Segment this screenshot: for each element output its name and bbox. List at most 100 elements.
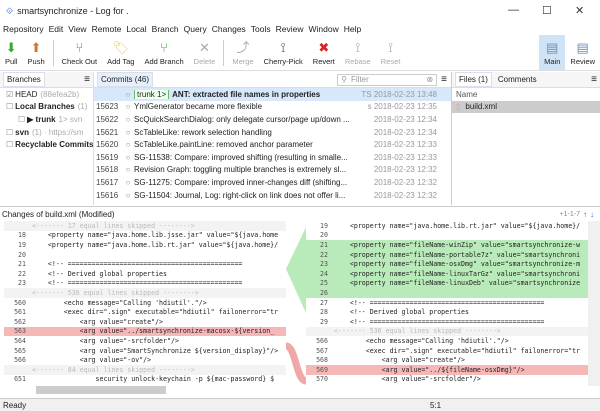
menu-query[interactable]: Query	[184, 24, 207, 34]
tab-branches[interactable]: Branches	[3, 72, 45, 87]
line-text: <property name="fileName-osxDmg" value="…	[334, 260, 581, 269]
previous-change-icon[interactable]: ↑	[583, 210, 587, 219]
menu-remote[interactable]: Remote	[92, 24, 122, 34]
commit-date: TS 2018-02-23 13:48	[361, 89, 437, 99]
pull-button[interactable]: ⬇ Pull	[0, 39, 23, 70]
line-text: <!-- ===================================…	[334, 317, 545, 326]
reset-button[interactable]: ⟟ Reset	[376, 39, 406, 70]
right-diff-view[interactable]: 19 <property name="java.home.lib.rt.jar"…	[306, 221, 588, 386]
commit-row[interactable]: 15622 ○ ScQuickSearchDialog: only delegate…	[94, 113, 451, 126]
app-icon: ⟐	[6, 5, 14, 16]
filter-input[interactable]: ⚲ Filter ⊗	[337, 73, 438, 86]
commit-row[interactable]: 15616 ○ SG-11504: Journal, Log: right-clic…	[94, 189, 451, 202]
checkbox[interactable]: ☐	[18, 115, 25, 124]
checkbox[interactable]: ☑	[6, 90, 13, 99]
tab-commits[interactable]: Commits (46)	[97, 72, 154, 87]
commit-row[interactable]: 15619 ○ SG-11538: Compare: improved shifti…	[94, 151, 451, 164]
add-branch-label: Add Branch	[144, 57, 184, 66]
menu-icon[interactable]: ≡	[437, 74, 451, 85]
cherry-pick-button[interactable]: ⟟ Cherry-Pick	[259, 39, 308, 70]
menu-view[interactable]: View	[68, 24, 86, 34]
line-number: 23	[18, 279, 26, 288]
branch-item[interactable]: ☐ Recyclable Commits	[0, 138, 93, 151]
commit-row[interactable]: 15617 ○ SG-11275: Compare: improved inner-…	[94, 176, 451, 189]
line-text: <!-- ===================================…	[32, 260, 243, 269]
layout-icon: ▤	[546, 40, 559, 55]
branch-item[interactable]: ☐ svn (1) · https://sm	[0, 126, 93, 139]
vertical-scrollbar[interactable]	[588, 221, 600, 386]
commit-date: s 2018-02-23 12:35	[367, 102, 437, 112]
commit-message: Revision Graph: toggling multiple branch…	[134, 165, 361, 174]
close-button[interactable]: ✕	[575, 4, 584, 17]
commit-row[interactable]: 15618 ○ Revision Graph: toggling multiple …	[94, 164, 451, 177]
menu-icon[interactable]: ≡	[591, 74, 600, 85]
commit-date: 2018-02-23 12:32	[373, 177, 437, 187]
revert-button[interactable]: ✖ Revert	[308, 39, 340, 70]
commit-row[interactable]: 15623 ○ YmlGenerator became more flexible s…	[94, 101, 451, 114]
diff-line: 563 <arg value="../smartsynchronize-maco…	[4, 326, 286, 337]
commit-row[interactable]: ○ trunk 1> ANT: extracted file names in pr…	[94, 88, 451, 101]
tab-files[interactable]: Files (1)	[455, 72, 492, 87]
cherry-pick-icon: ⟟	[280, 40, 286, 55]
check-out-label: Check Out	[61, 57, 98, 66]
add-branch-button[interactable]: ⑂ Add Branch	[139, 39, 188, 70]
branch-item[interactable]: ☐ ▶ trunk 1> svn	[0, 113, 93, 126]
line-text: <echo message="Calling 'hdiutil'."/>	[334, 336, 509, 345]
line-number: 651	[14, 375, 26, 384]
perspective-main[interactable]: ▤ Main	[539, 35, 566, 70]
menu-window[interactable]: Window	[309, 24, 339, 34]
left-diff-view[interactable]: <------- 17 equal lines skipped --------…	[4, 221, 286, 386]
search-icon: ⚲	[341, 75, 348, 84]
graph-node-icon: ○	[125, 177, 131, 187]
perspective-review[interactable]: ▤ Review	[565, 39, 600, 70]
tab-comments[interactable]: Comments	[498, 75, 537, 84]
clear-icon[interactable]: ⊗	[426, 75, 433, 84]
revert-label: Revert	[312, 57, 335, 66]
diff-line: 19 <property name="java.home.lib.rt.jar"…	[306, 221, 588, 231]
diff-line: 560 <echo message="Calling 'hdiutil'."/>	[4, 298, 286, 308]
commit-row[interactable]: 15621 ○ ScTableLike: rework selection hand…	[94, 126, 451, 139]
menu-tools[interactable]: Tools	[251, 24, 271, 34]
merge-button[interactable]: ⤴ Merge	[227, 39, 258, 70]
menu-help[interactable]: Help	[344, 24, 361, 34]
commit-row[interactable]: 15620 ○ ScTableLike.paintLine: removed anc…	[94, 138, 451, 151]
checkbox[interactable]: ☐	[6, 140, 13, 149]
file-row[interactable]: ▯ build.xml	[452, 100, 600, 114]
menu-repository[interactable]: Repository	[3, 24, 44, 34]
menu-review[interactable]: Review	[276, 24, 304, 34]
push-icon: ⬆	[30, 40, 42, 55]
menu-local[interactable]: Local	[126, 24, 146, 34]
next-change-icon[interactable]: ↓	[590, 210, 594, 219]
check-out-button[interactable]: ⑂ Check Out	[57, 39, 102, 70]
minimize-button[interactable]: —	[508, 4, 519, 16]
menu-icon[interactable]: ≡	[84, 74, 93, 85]
line-text: security unlock-keychain -p ${mac-passwo…	[32, 375, 275, 384]
horizontal-scrollbar[interactable]	[36, 386, 166, 394]
line-number: 566	[316, 336, 328, 345]
add-tag-icon: 🏷	[112, 40, 130, 55]
maximize-button[interactable]: ☐	[542, 4, 552, 17]
line-text: <arg value="create"/>	[32, 317, 164, 326]
menu-bar: Repository Edit View Remote Local Branch Query…	[0, 22, 600, 36]
menu-changes[interactable]: Changes	[212, 24, 246, 34]
menu-edit[interactable]: Edit	[49, 24, 64, 34]
layout-icon: ▤	[576, 40, 589, 55]
menu-branch[interactable]: Branch	[152, 24, 179, 34]
commit-message-text: ScQuickSearchDialog: only delegate curso…	[134, 114, 350, 124]
delete-button[interactable]: ✕ Delete	[189, 39, 221, 70]
branch-item[interactable]: ☑ HEAD (88efea2b)	[0, 88, 93, 101]
checkbox[interactable]: ☐	[6, 128, 13, 137]
commit-message-text: YmlGenerator became more flexible	[134, 102, 263, 112]
add-tag-button[interactable]: 🏷 Add Tag	[102, 39, 139, 70]
checkbox[interactable]: ☐	[6, 102, 13, 111]
commit-message-text: ANT: extracted file names in properties	[172, 89, 321, 99]
rebase-button[interactable]: ⟟ Rebase	[340, 39, 376, 70]
diff-line: 565 <arg value="SmartSynchronize ${versi…	[4, 346, 286, 356]
tab-changes[interactable]: Changes of build.xml (Modified)	[2, 210, 115, 219]
push-button[interactable]: ⬆ Push	[23, 39, 50, 70]
line-text: <arg value="SmartSynchronize ${version_d…	[32, 346, 279, 355]
commit-message: YmlGenerator became more flexible	[134, 102, 361, 111]
line-text: <arg value="-srcfolder"/>	[334, 375, 481, 384]
column-header-name[interactable]: Name	[452, 88, 600, 101]
branch-item[interactable]: ☐ Local Branches (1)	[0, 101, 93, 114]
